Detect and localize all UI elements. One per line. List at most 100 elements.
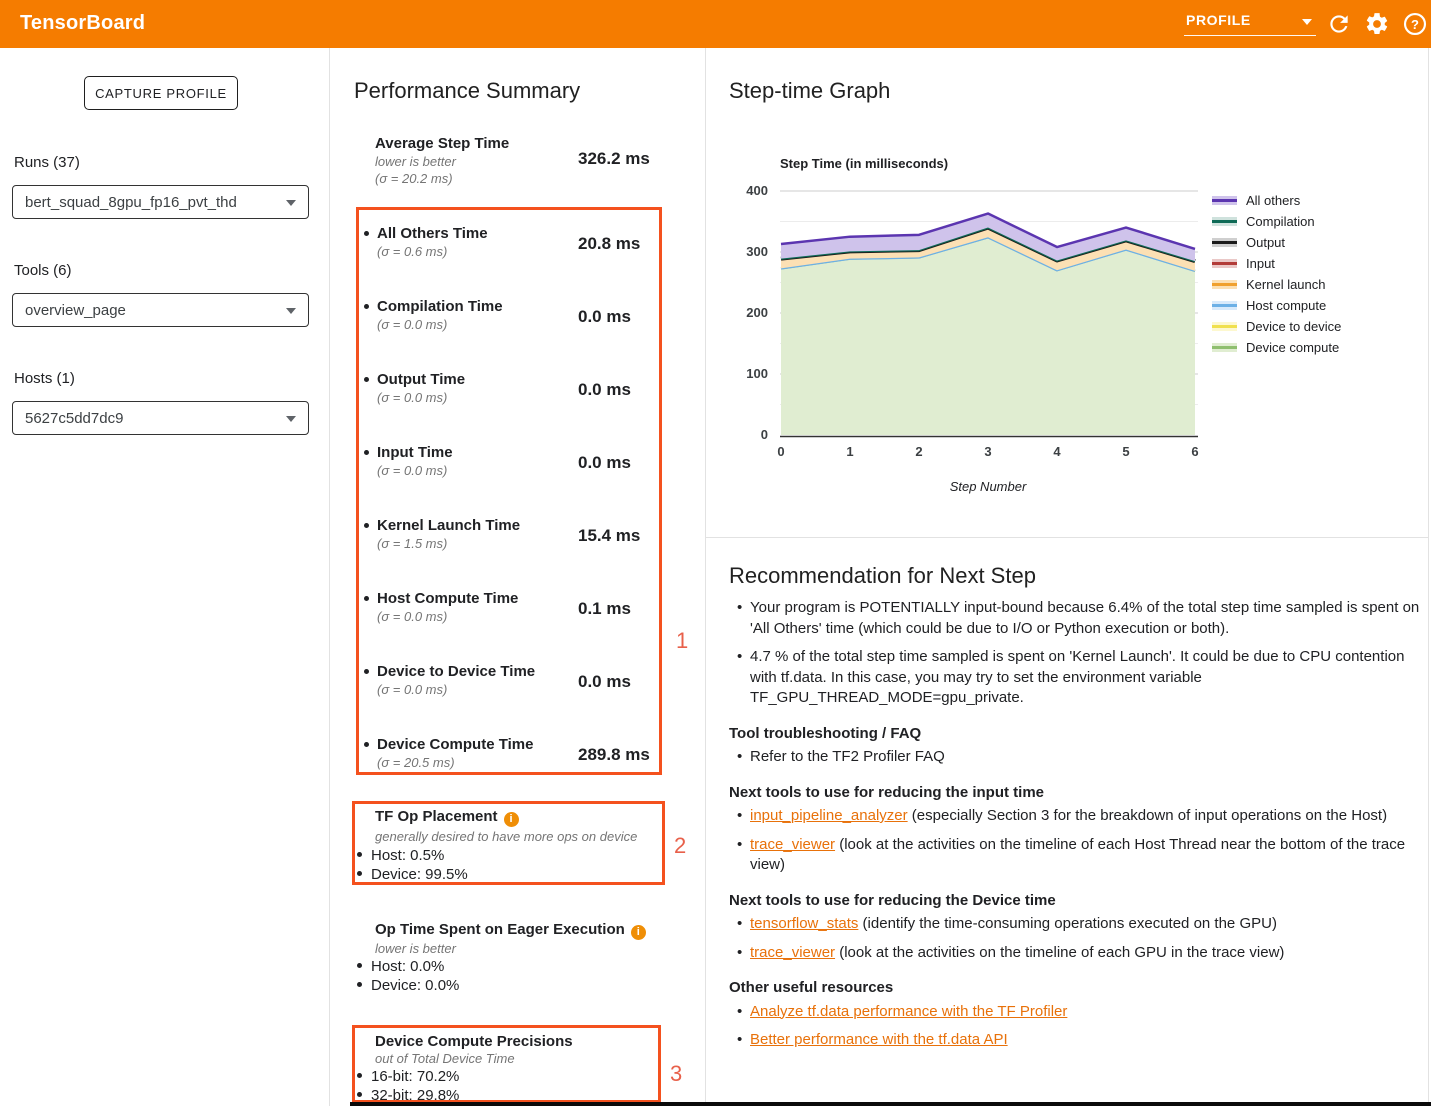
metric-label: All Others Time <box>377 225 488 242</box>
metric-label: Input Time <box>377 444 453 461</box>
legend-item: Input <box>1212 253 1341 274</box>
precisions-title: Device Compute Precisions <box>375 1033 573 1050</box>
recommendation-link[interactable]: tensorflow_stats <box>750 915 858 932</box>
recommendation-link[interactable]: input_pipeline_analyzer <box>750 807 908 824</box>
legend-label: Kernel launch <box>1246 277 1326 292</box>
legend-swatch <box>1212 343 1237 352</box>
x-axis-label: Step Number <box>938 479 1038 494</box>
legend-swatch <box>1212 217 1237 226</box>
hosts-label: Hosts (1) <box>14 370 75 387</box>
metric-sigma: (σ = 1.5 ms) <box>377 536 447 551</box>
recommendation-bullet: •Refer to the TF2 Profiler FAQ <box>729 747 1421 768</box>
app-header: TensorBoard PROFILE ? <box>0 0 1431 48</box>
bottom-scrollbar[interactable] <box>350 1102 1431 1106</box>
runs-select-value: bert_squad_8gpu_fp16_pvt_thd <box>25 194 237 211</box>
chevron-down-icon <box>286 308 296 314</box>
middle-divider <box>705 48 706 1106</box>
average-step-time-row: Average Step Time lower is better (σ = 2… <box>360 135 660 179</box>
metric-value: 289.8 ms <box>578 745 650 765</box>
performance-summary-title: Performance Summary <box>354 78 580 104</box>
annotation-number-2: 2 <box>674 833 686 859</box>
x-tick: 1 <box>840 444 860 459</box>
profile-dropdown[interactable]: PROFILE <box>1184 10 1316 36</box>
metric-value: 20.8 ms <box>578 234 640 254</box>
chevron-down-icon <box>1302 19 1312 25</box>
metric-sigma: (σ = 0.0 ms) <box>377 682 447 697</box>
recommendation-link[interactable]: Analyze tf.data performance with the TF … <box>750 1003 1067 1020</box>
y-tick: 100 <box>734 366 768 381</box>
metric-row: All Others Time (σ = 0.6 ms) 20.8 ms <box>360 225 660 269</box>
metric-value: 0.0 ms <box>578 380 631 400</box>
recommendation-link[interactable]: trace_viewer <box>750 944 835 961</box>
settings-gear-icon[interactable] <box>1364 11 1390 37</box>
metric-row: Kernel Launch Time(σ = 1.5 ms)15.4 ms <box>360 517 660 561</box>
runs-select[interactable]: bert_squad_8gpu_fp16_pvt_thd <box>12 185 309 219</box>
recommendation-link[interactable]: trace_viewer <box>750 836 835 853</box>
legend-item: Device compute <box>1212 337 1341 358</box>
legend-label: Device compute <box>1246 340 1339 355</box>
recommendation-title: Recommendation for Next Step <box>729 563 1036 589</box>
recommendation-heading: Next tools to use for reducing the input… <box>729 783 1421 804</box>
legend-swatch <box>1212 280 1237 289</box>
sidebar-divider <box>329 48 330 1106</box>
recommendation-heading: Other useful resources <box>729 978 1421 999</box>
recommendation-link[interactable]: Better performance with the tf.data API <box>750 1031 1008 1048</box>
annotation-number-3: 3 <box>670 1061 682 1087</box>
capture-profile-button[interactable]: CAPTURE PROFILE <box>84 76 238 110</box>
bullet-dot <box>364 304 369 309</box>
legend-item: Output <box>1212 232 1341 253</box>
average-step-time-value: 326.2 ms <box>578 149 650 169</box>
bullet-dot <box>364 231 369 236</box>
metric-sigma: (σ = 0.0 ms) <box>377 463 447 478</box>
average-step-time-sub2: (σ = 20.2 ms) <box>375 171 453 186</box>
metric-row: Output Time(σ = 0.0 ms)0.0 ms <box>360 371 660 415</box>
chevron-down-icon <box>286 416 296 422</box>
x-tick: 6 <box>1185 444 1205 459</box>
legend-item: All others <box>1212 190 1341 211</box>
legend-label: Host compute <box>1246 298 1326 313</box>
eager-subtitle: lower is better <box>375 941 456 956</box>
average-step-time-label: Average Step Time <box>375 135 509 152</box>
recommendation-text: Your program is POTENTIALLY input-bound … <box>750 599 1419 637</box>
recommendation-text: (look at the activities on the timeline … <box>750 836 1405 874</box>
legend-swatch <box>1212 238 1237 247</box>
help-icon[interactable]: ? <box>1402 11 1428 37</box>
app-title: TensorBoard <box>20 12 145 35</box>
chart-axis-title: Step Time (in milliseconds) <box>780 156 948 171</box>
legend-swatch <box>1212 196 1237 205</box>
metric-sigma: (σ = 0.6 ms) <box>377 244 447 259</box>
bullet-dot: • <box>737 943 742 964</box>
metric-label: Compilation Time <box>377 298 503 315</box>
recommendation-heading: Tool troubleshooting / FAQ <box>729 724 1421 745</box>
step-time-graph-title: Step-time Graph <box>729 78 890 104</box>
average-step-time-sub1: lower is better <box>375 154 456 169</box>
metric-label: Device Compute Time <box>377 736 533 753</box>
bullet-dot <box>364 742 369 747</box>
tensorboard-app: TensorBoard PROFILE ? CAPTURE PROFILE Ru… <box>0 0 1431 1106</box>
hosts-select[interactable]: 5627c5dd7dc9 <box>12 401 309 435</box>
recommendation-text: (identify the time-consuming operations … <box>858 915 1277 932</box>
info-icon[interactable]: i <box>504 812 519 827</box>
precision-16bit: 16-bit: 70.2% <box>357 1068 459 1085</box>
precisions-subtitle: out of Total Device Time <box>375 1051 515 1066</box>
recommendation-bullet: •tensorflow_stats (identify the time-con… <box>729 914 1421 935</box>
recommendation-bullet: •Analyze tf.data performance with the TF… <box>729 1002 1421 1023</box>
metric-sigma: (σ = 0.0 ms) <box>377 390 447 405</box>
y-tick: 300 <box>734 244 768 259</box>
tools-label: Tools (6) <box>14 262 72 279</box>
bullet-dot: • <box>737 598 742 619</box>
recommendation-bullet: •trace_viewer (look at the activities on… <box>729 835 1421 876</box>
info-icon[interactable]: i <box>631 925 646 940</box>
metric-sigma: (σ = 0.0 ms) <box>377 317 447 332</box>
recommendation-bullet: •Better performance with the tf.data API <box>729 1030 1421 1051</box>
refresh-icon[interactable] <box>1326 11 1352 37</box>
bullet-dot <box>364 450 369 455</box>
bullet-dot <box>364 523 369 528</box>
metric-row: Input Time(σ = 0.0 ms)0.0 ms <box>360 444 660 488</box>
bullet-dot: • <box>737 806 742 827</box>
tools-select[interactable]: overview_page <box>12 293 309 327</box>
metric-label: Host Compute Time <box>377 590 518 607</box>
recommendation-text: (especially Section 3 for the breakdown … <box>908 807 1387 824</box>
metric-sigma: (σ = 20.5 ms) <box>377 755 455 770</box>
metric-label: Kernel Launch Time <box>377 517 520 534</box>
